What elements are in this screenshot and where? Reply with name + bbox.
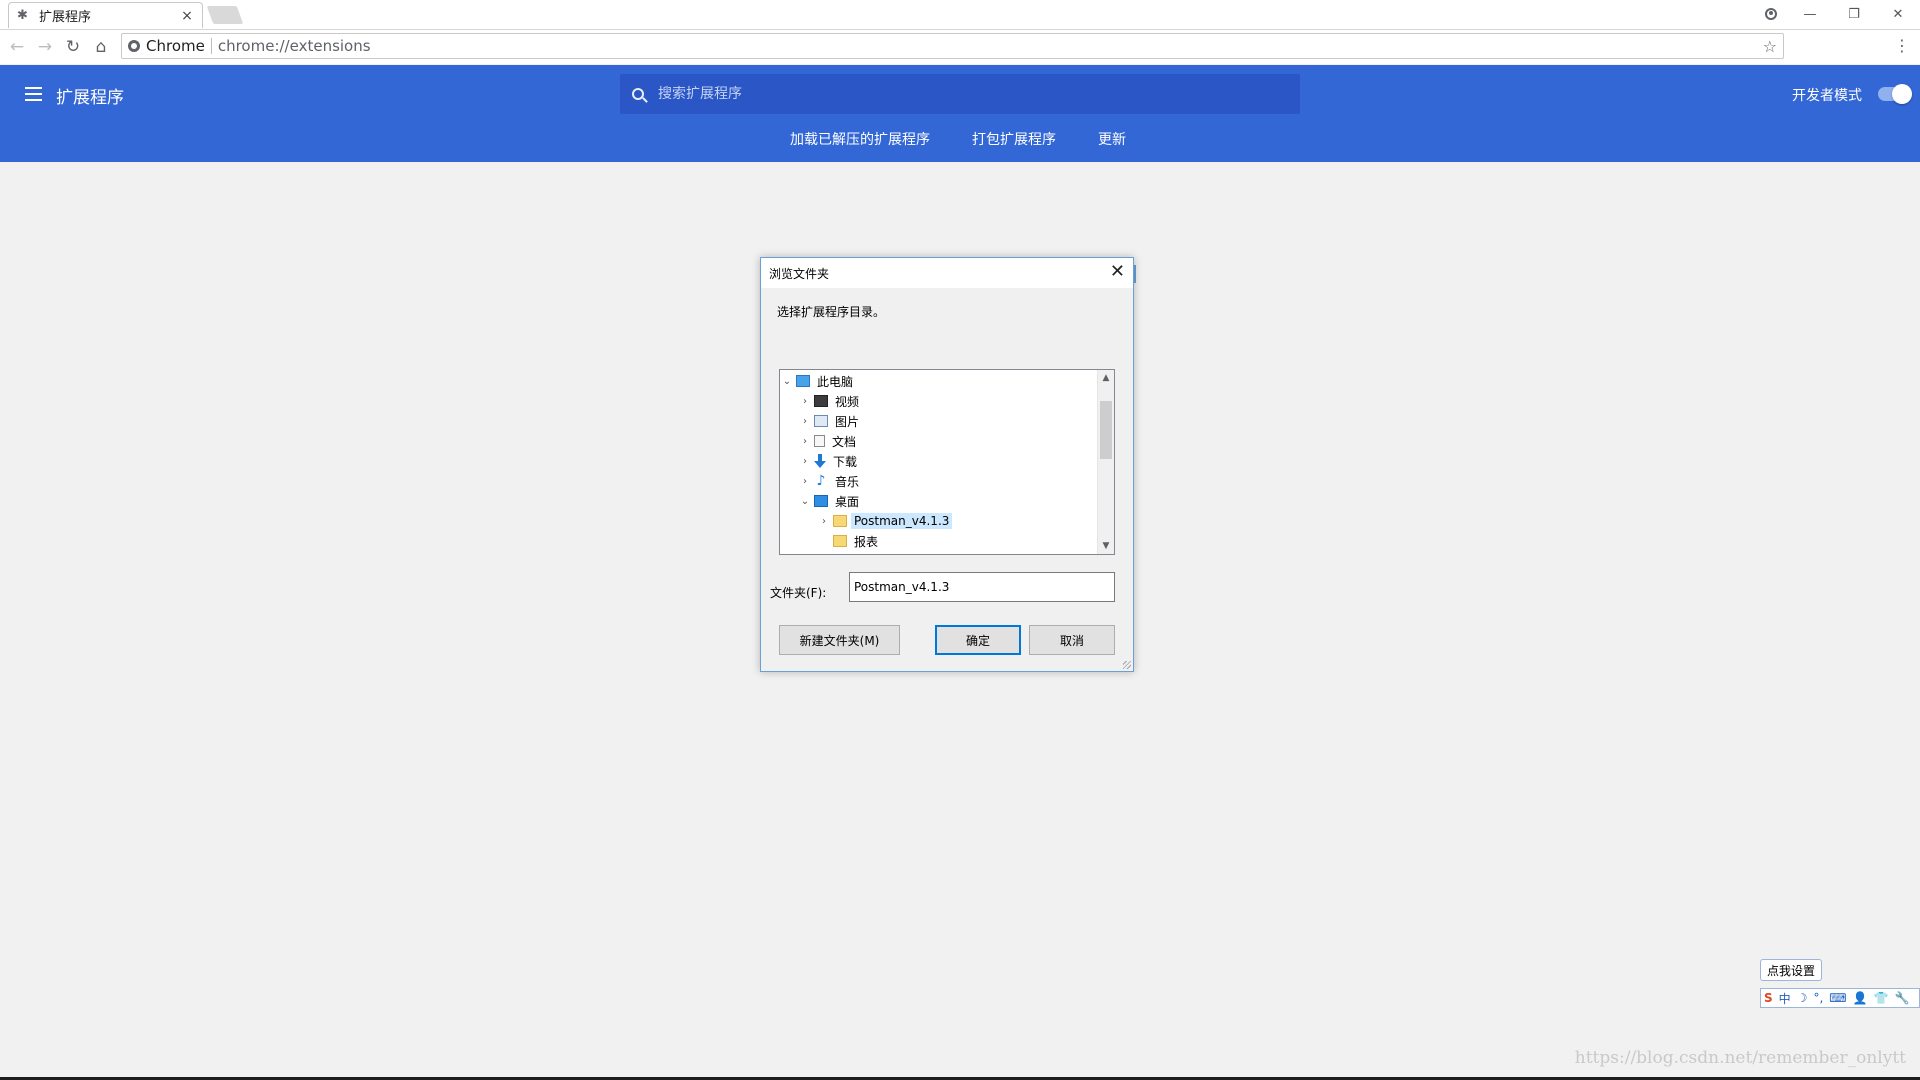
window-controls: — ❐ ✕ xyxy=(1754,0,1920,28)
tree-item-label: 文档 xyxy=(832,434,857,449)
tree-item-label: 图片 xyxy=(835,414,860,429)
search-icon xyxy=(632,88,644,100)
minimize-button[interactable]: — xyxy=(1788,0,1832,28)
tree-item-label: 桌面 xyxy=(835,494,860,509)
keyboard-icon[interactable]: ⌨ xyxy=(1829,991,1846,1005)
tree-item-music[interactable]: › ♪ 音乐 xyxy=(800,471,862,491)
collapse-chevron-icon[interactable]: ⌄ xyxy=(800,496,810,507)
forward-button[interactable]: → xyxy=(34,36,56,58)
user-icon[interactable]: 👤 xyxy=(1853,991,1868,1005)
tree-item-downloads[interactable]: › 下载 xyxy=(800,451,860,471)
folder-icon xyxy=(833,515,847,527)
new-tab-button[interactable] xyxy=(206,6,244,24)
expand-chevron-icon[interactable]: › xyxy=(800,476,810,487)
tree-item-label: 此电脑 xyxy=(817,374,854,389)
tree-scrollbar[interactable]: ▲ ▼ xyxy=(1097,370,1114,554)
expand-chevron-icon[interactable]: › xyxy=(800,456,810,467)
scroll-up-icon[interactable]: ▲ xyxy=(1098,370,1114,386)
tree-item-label: 报表 xyxy=(854,534,879,549)
extension-favicon-icon: ✱ xyxy=(17,7,28,23)
scroll-thumb[interactable] xyxy=(1100,401,1112,459)
toggle-knob xyxy=(1892,84,1912,104)
search-input[interactable] xyxy=(656,85,1260,103)
wrench-icon[interactable]: 🔧 xyxy=(1895,991,1910,1005)
music-note-icon: ♪ xyxy=(816,473,826,489)
tree-item-postman[interactable]: › Postman_v4.1.3 xyxy=(819,511,953,531)
browse-folder-dialog: 浏览文件夹 ✕ 选择扩展程序目录。 ⌄ 此电脑 › 视频 › 图片 › 文档 ›… xyxy=(760,257,1134,672)
tab-extensions[interactable]: ✱ 扩展程序 × xyxy=(8,2,203,28)
tree-item-reports[interactable]: 报表 xyxy=(819,531,881,551)
computer-icon xyxy=(796,375,810,387)
video-folder-icon xyxy=(814,395,828,407)
skin-shirt-icon[interactable]: 👕 xyxy=(1874,991,1889,1005)
expand-chevron-icon[interactable]: › xyxy=(800,436,810,447)
header-actions: 加载已解压的扩展程序 打包扩展程序 更新 xyxy=(790,129,1126,149)
hamburger-menu-icon[interactable] xyxy=(25,87,42,101)
developer-mode-label: 开发者模式 xyxy=(1792,88,1862,104)
bookmark-star-icon[interactable]: ☆ xyxy=(1763,37,1777,56)
documents-folder-icon xyxy=(814,435,825,447)
scroll-down-icon[interactable]: ▼ xyxy=(1098,538,1114,554)
desktop-folder-icon xyxy=(814,495,828,507)
close-window-button[interactable]: ✕ xyxy=(1876,0,1920,28)
dialog-titlebar[interactable]: 浏览文件夹 ✕ xyxy=(761,258,1133,288)
extensions-header: 扩展程序 开发者模式 加载已解压的扩展程序 打包扩展程序 更新 xyxy=(0,65,1920,162)
folder-tree[interactable]: ⌄ 此电脑 › 视频 › 图片 › 文档 › 下载 › ♪ 音乐 ⌄ 桌面 › … xyxy=(779,369,1115,555)
new-folder-button[interactable]: 新建文件夹(M) xyxy=(779,625,900,655)
page-title: 扩展程序 xyxy=(56,88,124,108)
ime-mode-chinese[interactable]: 中 xyxy=(1779,990,1791,1007)
omnibox-separator xyxy=(210,38,212,54)
chrome-page-icon xyxy=(128,40,140,52)
ok-button[interactable]: 确定 xyxy=(935,625,1021,655)
developer-mode-toggle[interactable] xyxy=(1878,84,1912,104)
tab-close-icon[interactable]: × xyxy=(180,8,194,24)
dialog-prompt: 选择扩展程序目录。 xyxy=(777,305,886,319)
tree-item-documents[interactable]: › 文档 xyxy=(800,431,859,451)
cancel-button[interactable]: 取消 xyxy=(1029,625,1115,655)
tree-item-label: 下载 xyxy=(833,454,858,469)
ime-settings-tip[interactable]: 点我设置 xyxy=(1760,959,1823,981)
update-button[interactable]: 更新 xyxy=(1098,129,1126,149)
punctuation-icon[interactable]: °, xyxy=(1813,991,1823,1005)
tree-item-desktop[interactable]: ⌄ 桌面 xyxy=(800,491,862,511)
expand-chevron-icon[interactable]: › xyxy=(819,516,829,527)
back-button[interactable]: ← xyxy=(6,36,28,58)
reload-button[interactable]: ↻ xyxy=(62,36,84,58)
browser-toolbar: ← → ↻ ⌂ Chrome chrome://extensions ☆ ⋮ xyxy=(0,30,1920,64)
folder-field-label: 文件夹(F): xyxy=(770,586,827,600)
tab-title: 扩展程序 xyxy=(39,10,92,25)
folder-icon xyxy=(833,535,847,547)
tab-strip: ✱ 扩展程序 × — ❐ ✕ xyxy=(0,0,1920,30)
menu-kebab-icon[interactable]: ⋮ xyxy=(1894,36,1910,55)
restore-button[interactable]: ❐ xyxy=(1832,0,1876,28)
half-width-moon-icon[interactable]: ☽ xyxy=(1797,991,1808,1005)
url-text[interactable]: chrome://extensions xyxy=(218,37,1757,55)
download-arrow-icon xyxy=(814,454,826,468)
search-bar[interactable] xyxy=(620,74,1300,114)
watermark-text: https://blog.csdn.net/remember_onlytt xyxy=(1574,1048,1906,1068)
expand-chevron-icon[interactable]: › xyxy=(800,396,810,407)
profile-button[interactable] xyxy=(1754,0,1788,28)
ime-toolbar: S 中 ☽ °, ⌨ 👤 👕 🔧 xyxy=(1760,988,1920,1008)
dialog-close-icon[interactable]: ✕ xyxy=(1110,263,1125,281)
profile-icon xyxy=(1765,8,1777,20)
tree-item-label: 音乐 xyxy=(835,474,860,489)
sogou-logo-icon[interactable]: S xyxy=(1764,991,1773,1005)
folder-name-input[interactable] xyxy=(849,572,1115,602)
tree-item-label: Postman_v4.1.3 xyxy=(851,513,953,529)
pictures-folder-icon xyxy=(814,415,828,427)
load-unpacked-button[interactable]: 加载已解压的扩展程序 xyxy=(790,129,930,149)
tree-item-this-pc[interactable]: ⌄ 此电脑 xyxy=(782,371,856,391)
expand-chevron-icon[interactable]: › xyxy=(800,416,810,427)
tree-item-videos[interactable]: › 视频 xyxy=(800,391,862,411)
pack-extension-button[interactable]: 打包扩展程序 xyxy=(972,129,1056,149)
dialog-title: 浏览文件夹 xyxy=(769,266,830,281)
tree-item-pictures[interactable]: › 图片 xyxy=(800,411,862,431)
tree-item-label: 视频 xyxy=(835,394,860,409)
omnibox-chip: Chrome xyxy=(146,37,205,55)
home-button[interactable]: ⌂ xyxy=(90,36,112,58)
resize-grip-icon[interactable] xyxy=(1123,661,1131,669)
collapse-chevron-icon[interactable]: ⌄ xyxy=(782,376,792,387)
omnibox[interactable]: Chrome chrome://extensions ☆ xyxy=(121,33,1784,59)
